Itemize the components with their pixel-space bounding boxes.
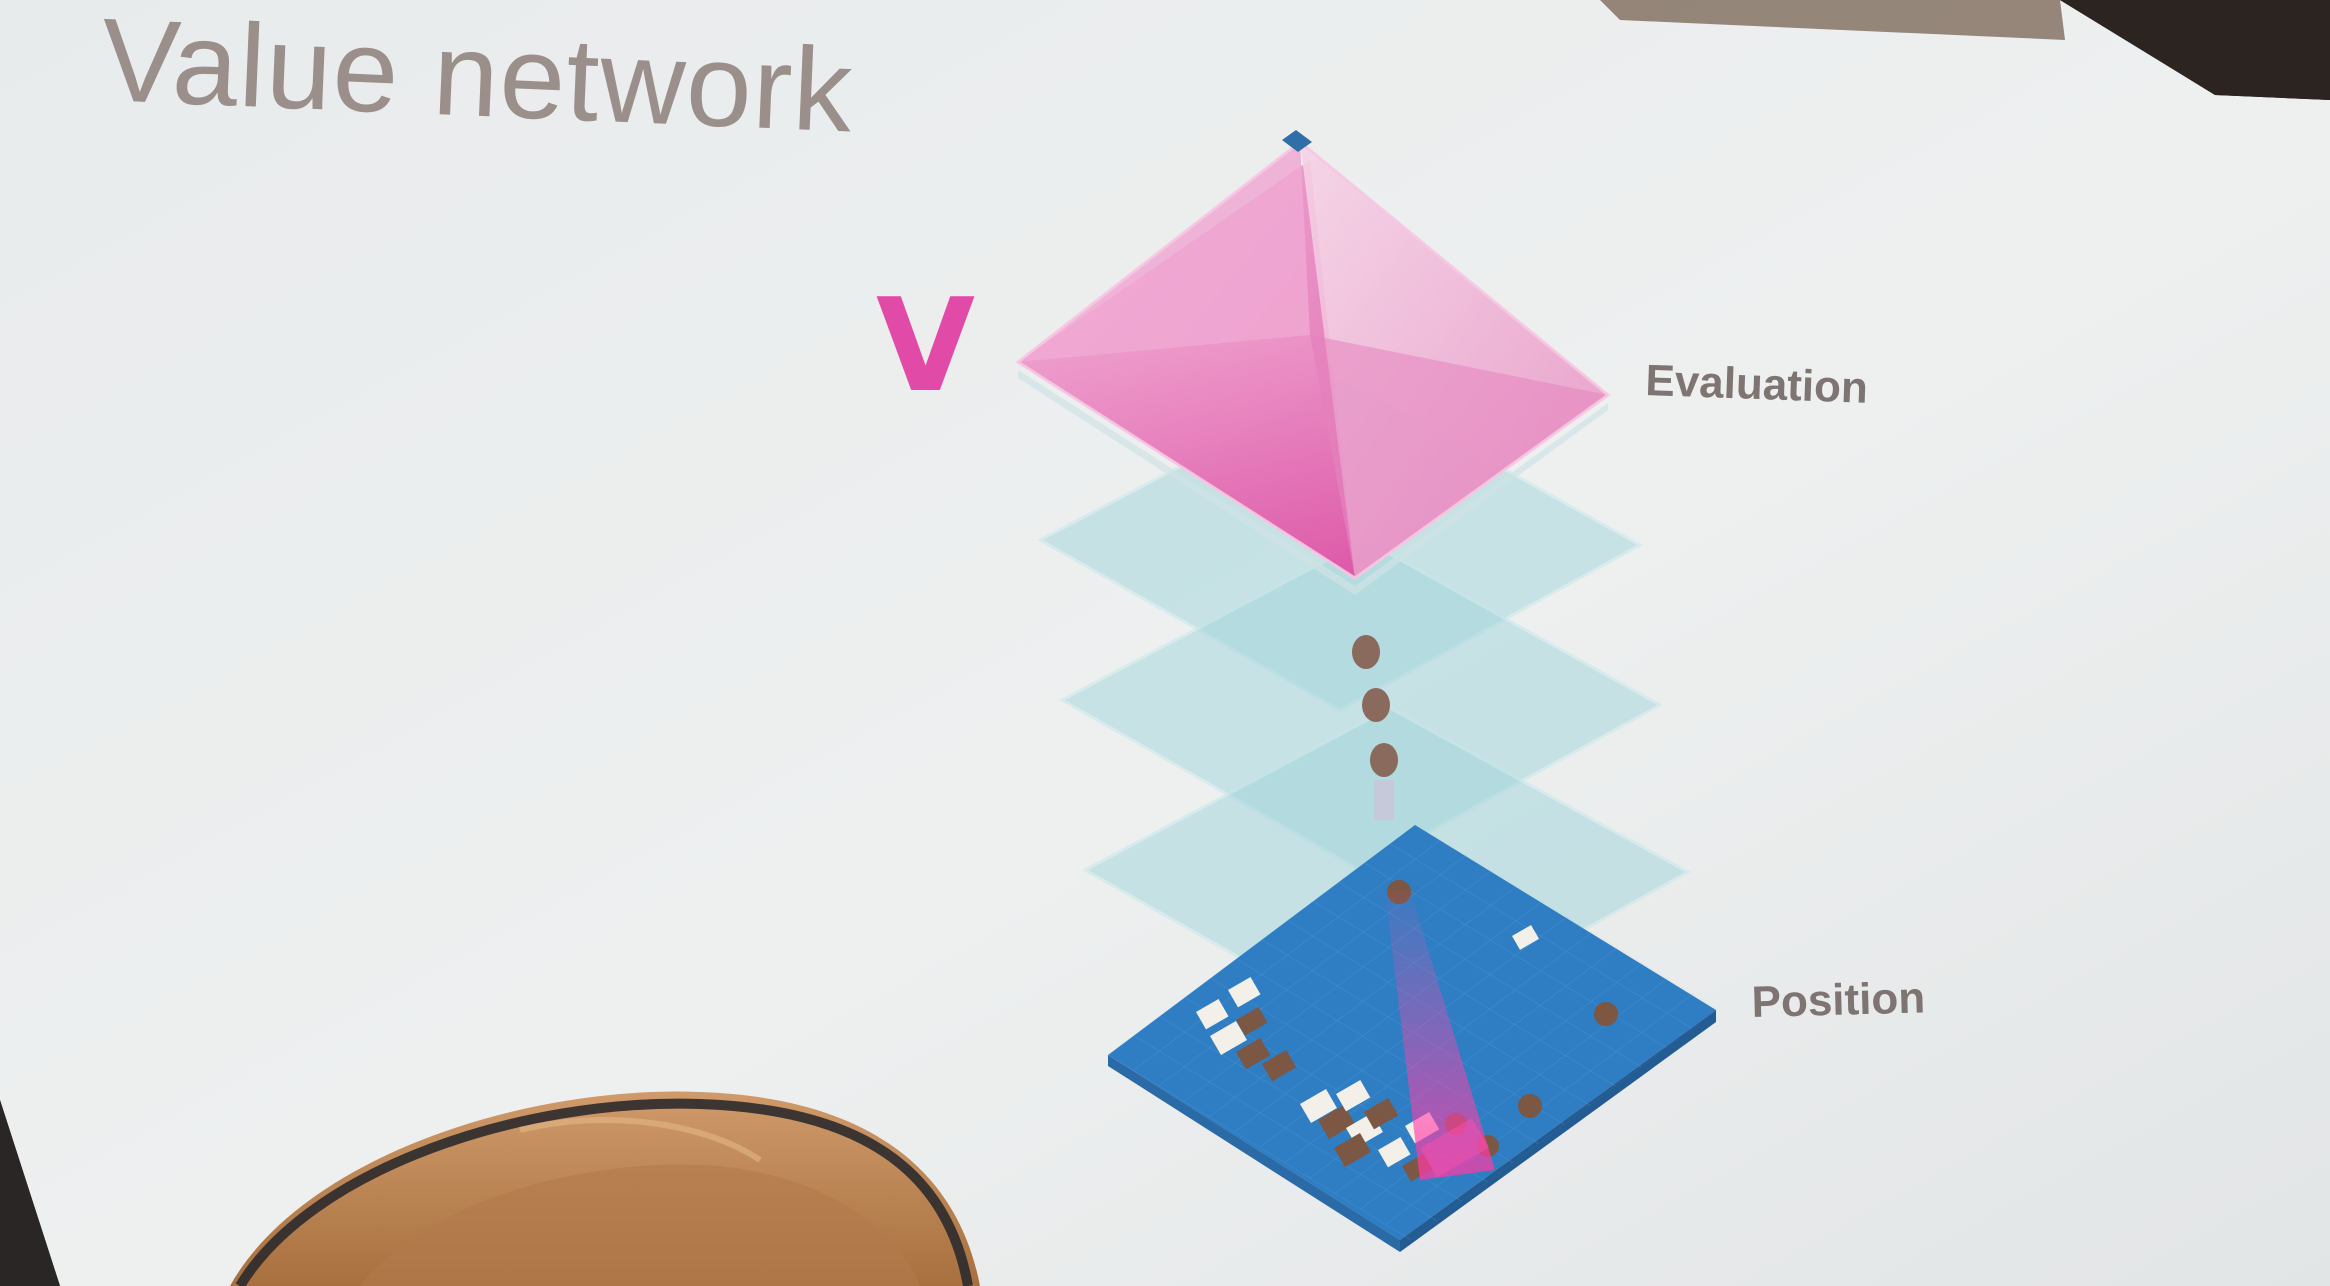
value-symbol: V [876, 272, 975, 421]
dot-icon [1352, 635, 1380, 669]
photo-scene: Value network V Evaluation Position [0, 0, 2330, 1286]
stone-dark [1518, 1094, 1542, 1118]
slide-photo: Value network V Evaluation Position [0, 0, 2330, 1286]
dot-icon [1362, 688, 1390, 722]
position-label: Position [1751, 973, 1926, 1027]
stone-dark [1594, 1002, 1618, 1026]
evaluation-label: Evaluation [1645, 356, 1869, 413]
dot-icon [1370, 743, 1398, 777]
connector [1374, 780, 1394, 820]
